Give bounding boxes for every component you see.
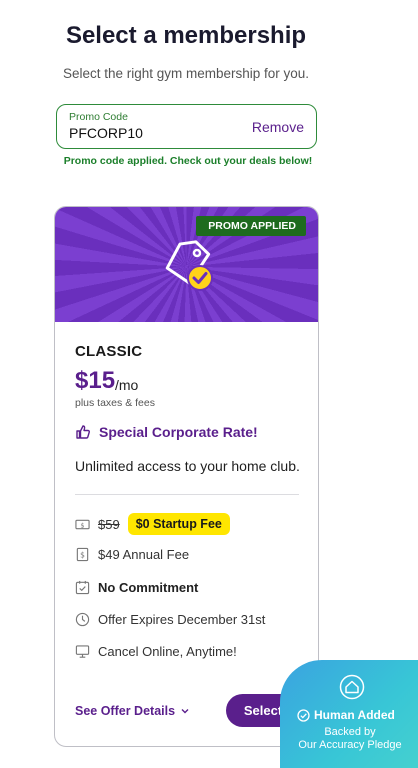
pledge-line-1: Backed by [324,726,376,738]
feature-cancel-online: Cancel Online, Anytime! [75,644,237,659]
commitment-text: No Commitment [98,580,199,595]
plan-name: CLASSIC [75,343,143,360]
feature-startup-fee: $ $59 $0 Startup Fee [75,513,230,535]
feature-commitment: No Commitment [75,580,198,595]
svg-text:$: $ [80,550,85,559]
offer-details-label: See Offer Details [75,704,176,718]
plan-price-note: plus taxes & fees [75,397,155,409]
startup-fee-old: $59 [98,516,120,532]
home-icon [339,674,365,700]
promo-code-value[interactable]: PFCORP10 [69,125,143,141]
corporate-rate: Special Corporate Rate! [75,424,258,440]
membership-card-classic: PROMO APPLIED CLASSIC $15 /mo plus taxes… [54,206,319,747]
promo-remove-link[interactable]: Remove [252,119,304,135]
cancel-online-text: Cancel Online, Anytime! [98,644,237,659]
feature-annual-fee: $ $49 Annual Fee [75,547,189,562]
startup-fee-badge: $0 Startup Fee [127,513,230,535]
pledge-title: Human Added [297,708,395,722]
pledge-line-2: Our Accuracy Pledge [298,739,402,751]
expires-text: Offer Expires December 31st [98,612,266,627]
promo-code-field[interactable]: Promo Code PFCORP10 Remove [56,104,317,149]
money-icon: $ [75,519,90,529]
divider [75,494,299,495]
feature-expires: Offer Expires December 31st [75,612,265,627]
plan-description: Unlimited access to your home club. [75,458,300,474]
price-tag-icon [165,240,213,291]
clock-icon [75,612,90,627]
calendar-check-icon [75,580,90,595]
pledge-title-text: Human Added [314,708,395,722]
promo-applied-message: Promo code applied. Check out your deals… [63,155,313,167]
plan-price: $15 [75,367,116,394]
accuracy-pledge-widget[interactable]: Human Added Backed by Our Accuracy Pledg… [280,660,418,768]
annual-fee-text: $49 Annual Fee [98,547,190,562]
check-circle-icon [297,708,310,722]
page-subtitle: Select the right gym membership for you. [62,66,310,81]
promo-code-label: Promo Code [69,111,128,123]
computer-icon [75,645,90,658]
thumbs-up-icon [76,425,90,439]
receipt-icon: $ [76,547,89,562]
see-offer-details-link[interactable]: See Offer Details [75,704,189,718]
plan-price-unit: /mo [115,377,139,393]
corporate-rate-label: Special Corporate Rate! [99,424,258,440]
chevron-down-icon [181,709,189,714]
page-title: Select a membership [65,22,307,49]
svg-text:$: $ [80,521,84,529]
promo-applied-badge: PROMO APPLIED [196,216,306,236]
card-hero-banner: PROMO APPLIED [55,207,318,322]
